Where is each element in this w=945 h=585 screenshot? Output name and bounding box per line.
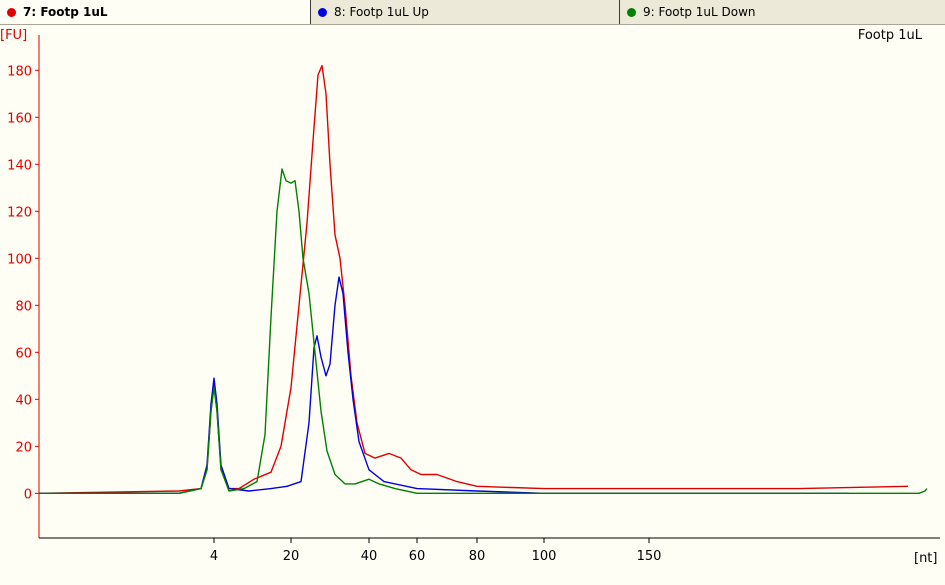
x-tick-label: 100 bbox=[532, 549, 557, 564]
tab-sample-9[interactable]: 9: Footp 1uL Down bbox=[620, 0, 945, 24]
x-tick-label: 60 bbox=[409, 549, 426, 564]
y-tick-label: 20 bbox=[15, 440, 32, 455]
x-tick-label: 20 bbox=[283, 549, 300, 564]
electropherogram-chart: 0204060801001201401601804 20 40 60 80 100 150 … bbox=[0, 28, 940, 566]
tab-label: 9: Footp 1uL Down bbox=[643, 5, 756, 19]
chart-series bbox=[38, 64, 928, 494]
x-tick-label: 4 bbox=[210, 549, 218, 564]
red-dot-icon bbox=[7, 7, 16, 17]
y-tick-label: 160 bbox=[7, 111, 32, 126]
chart-axes: 0 20 40 60 80 100 120 140 160 180 4 20 40 60 80 100 150 bbox=[7, 35, 940, 564]
y-tick-label: 120 bbox=[7, 205, 32, 220]
x-tick-label: 40 bbox=[361, 549, 378, 564]
sample-tab-bar: 7: Footp 1uL 8: Footp 1uL Up 9: Footp 1u… bbox=[0, 0, 945, 25]
y-tick-label: 60 bbox=[15, 346, 32, 361]
y-axis-label: [FU] bbox=[0, 28, 27, 43]
tab-label: 7: Footp 1uL bbox=[23, 5, 108, 19]
y-tick-label: 80 bbox=[15, 299, 32, 314]
x-tick-label: 150 bbox=[637, 549, 662, 564]
blue-dot-icon bbox=[318, 7, 327, 17]
series-line bbox=[38, 64, 909, 494]
tab-sample-7[interactable]: 7: Footp 1uL bbox=[0, 0, 311, 24]
tab-sample-8[interactable]: 8: Footp 1uL Up bbox=[311, 0, 620, 24]
y-tick-label: 140 bbox=[7, 158, 32, 173]
y-tick-label: 40 bbox=[15, 393, 32, 408]
tab-label: 8: Footp 1uL Up bbox=[334, 5, 429, 19]
y-tick-label: 100 bbox=[7, 252, 32, 267]
chart-title: Footp 1uL bbox=[858, 28, 923, 43]
x-tick-label: 80 bbox=[469, 549, 486, 564]
green-dot-icon bbox=[627, 7, 636, 17]
series-line bbox=[39, 168, 928, 494]
x-axis-label: [nt] bbox=[914, 551, 937, 566]
y-tick-label: 0 bbox=[24, 487, 32, 502]
series-line bbox=[39, 276, 849, 494]
y-tick-label: 180 bbox=[7, 64, 32, 79]
